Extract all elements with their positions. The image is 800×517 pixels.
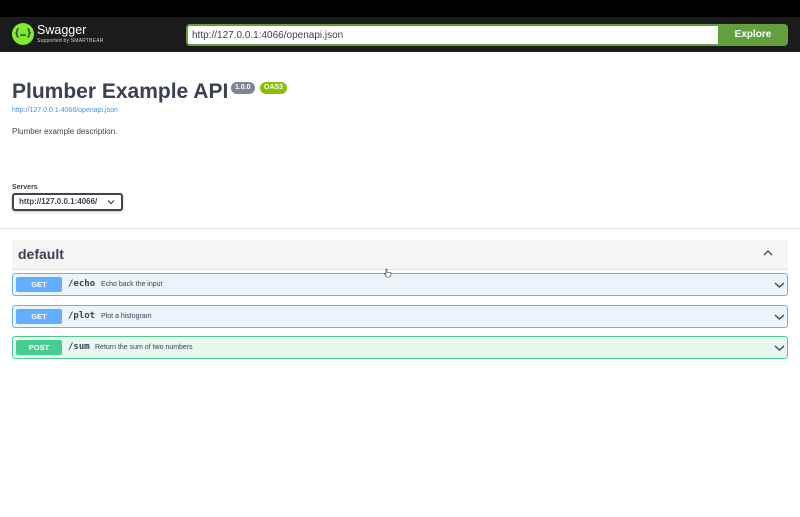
method-badge: GET — [16, 309, 62, 324]
operation-get-echo[interactable]: GET /echo Echo back the input — [12, 273, 788, 296]
server-select[interactable]: http://127.0.0.1:4066/ — [12, 193, 123, 211]
server-selected-value: http://127.0.0.1:4066/ — [19, 197, 98, 206]
operation-get-plot[interactable]: GET /plot Plot a histogram — [12, 305, 788, 328]
spec-url-input[interactable] — [186, 24, 719, 46]
oas-badge: OAS3 — [260, 82, 288, 94]
api-description: Plumber example description. — [12, 127, 118, 136]
spec-link[interactable]: http://127.0.0.1:4066/openapi.json — [12, 107, 118, 114]
section-divider — [0, 228, 800, 229]
chevron-down-icon — [107, 200, 115, 205]
operation-post-sum[interactable]: POST /sum Return the sum of two numbers — [12, 336, 788, 359]
logo-subtitle: Supported by SMARTBEAR — [37, 38, 104, 44]
operation-summary: Plot a histogram — [101, 313, 152, 320]
version-badge: 1.0.0 — [231, 82, 255, 94]
chevron-down-icon — [774, 314, 785, 320]
operation-summary: Echo back the input — [101, 281, 163, 288]
chevron-down-icon — [774, 282, 785, 288]
swagger-topbar: {…} Swagger Supported by SMARTBEAR Explo… — [0, 17, 800, 52]
operation-summary: Return the sum of two numbers — [95, 344, 193, 351]
swagger-logo[interactable]: {…} Swagger Supported by SMARTBEAR — [12, 23, 103, 47]
page-title: Plumber Example API — [12, 80, 229, 103]
window-top-strip — [0, 0, 800, 17]
chevron-down-icon — [774, 345, 785, 351]
method-badge: POST — [16, 340, 62, 355]
operation-path: /plot — [68, 311, 96, 321]
tag-section-default[interactable]: default — [12, 240, 788, 270]
explore-button[interactable]: Explore — [718, 24, 788, 46]
operation-path: /echo — [68, 279, 96, 289]
swagger-logo-icon: {…} — [12, 23, 34, 45]
chevron-up-icon — [763, 250, 773, 256]
servers-label: Servers — [12, 184, 38, 191]
mouse-cursor-icon — [384, 268, 392, 278]
tag-name: default — [18, 246, 64, 262]
logo-name: Swagger — [37, 23, 87, 37]
operation-path: /sum — [68, 342, 90, 352]
method-badge: GET — [16, 277, 62, 292]
